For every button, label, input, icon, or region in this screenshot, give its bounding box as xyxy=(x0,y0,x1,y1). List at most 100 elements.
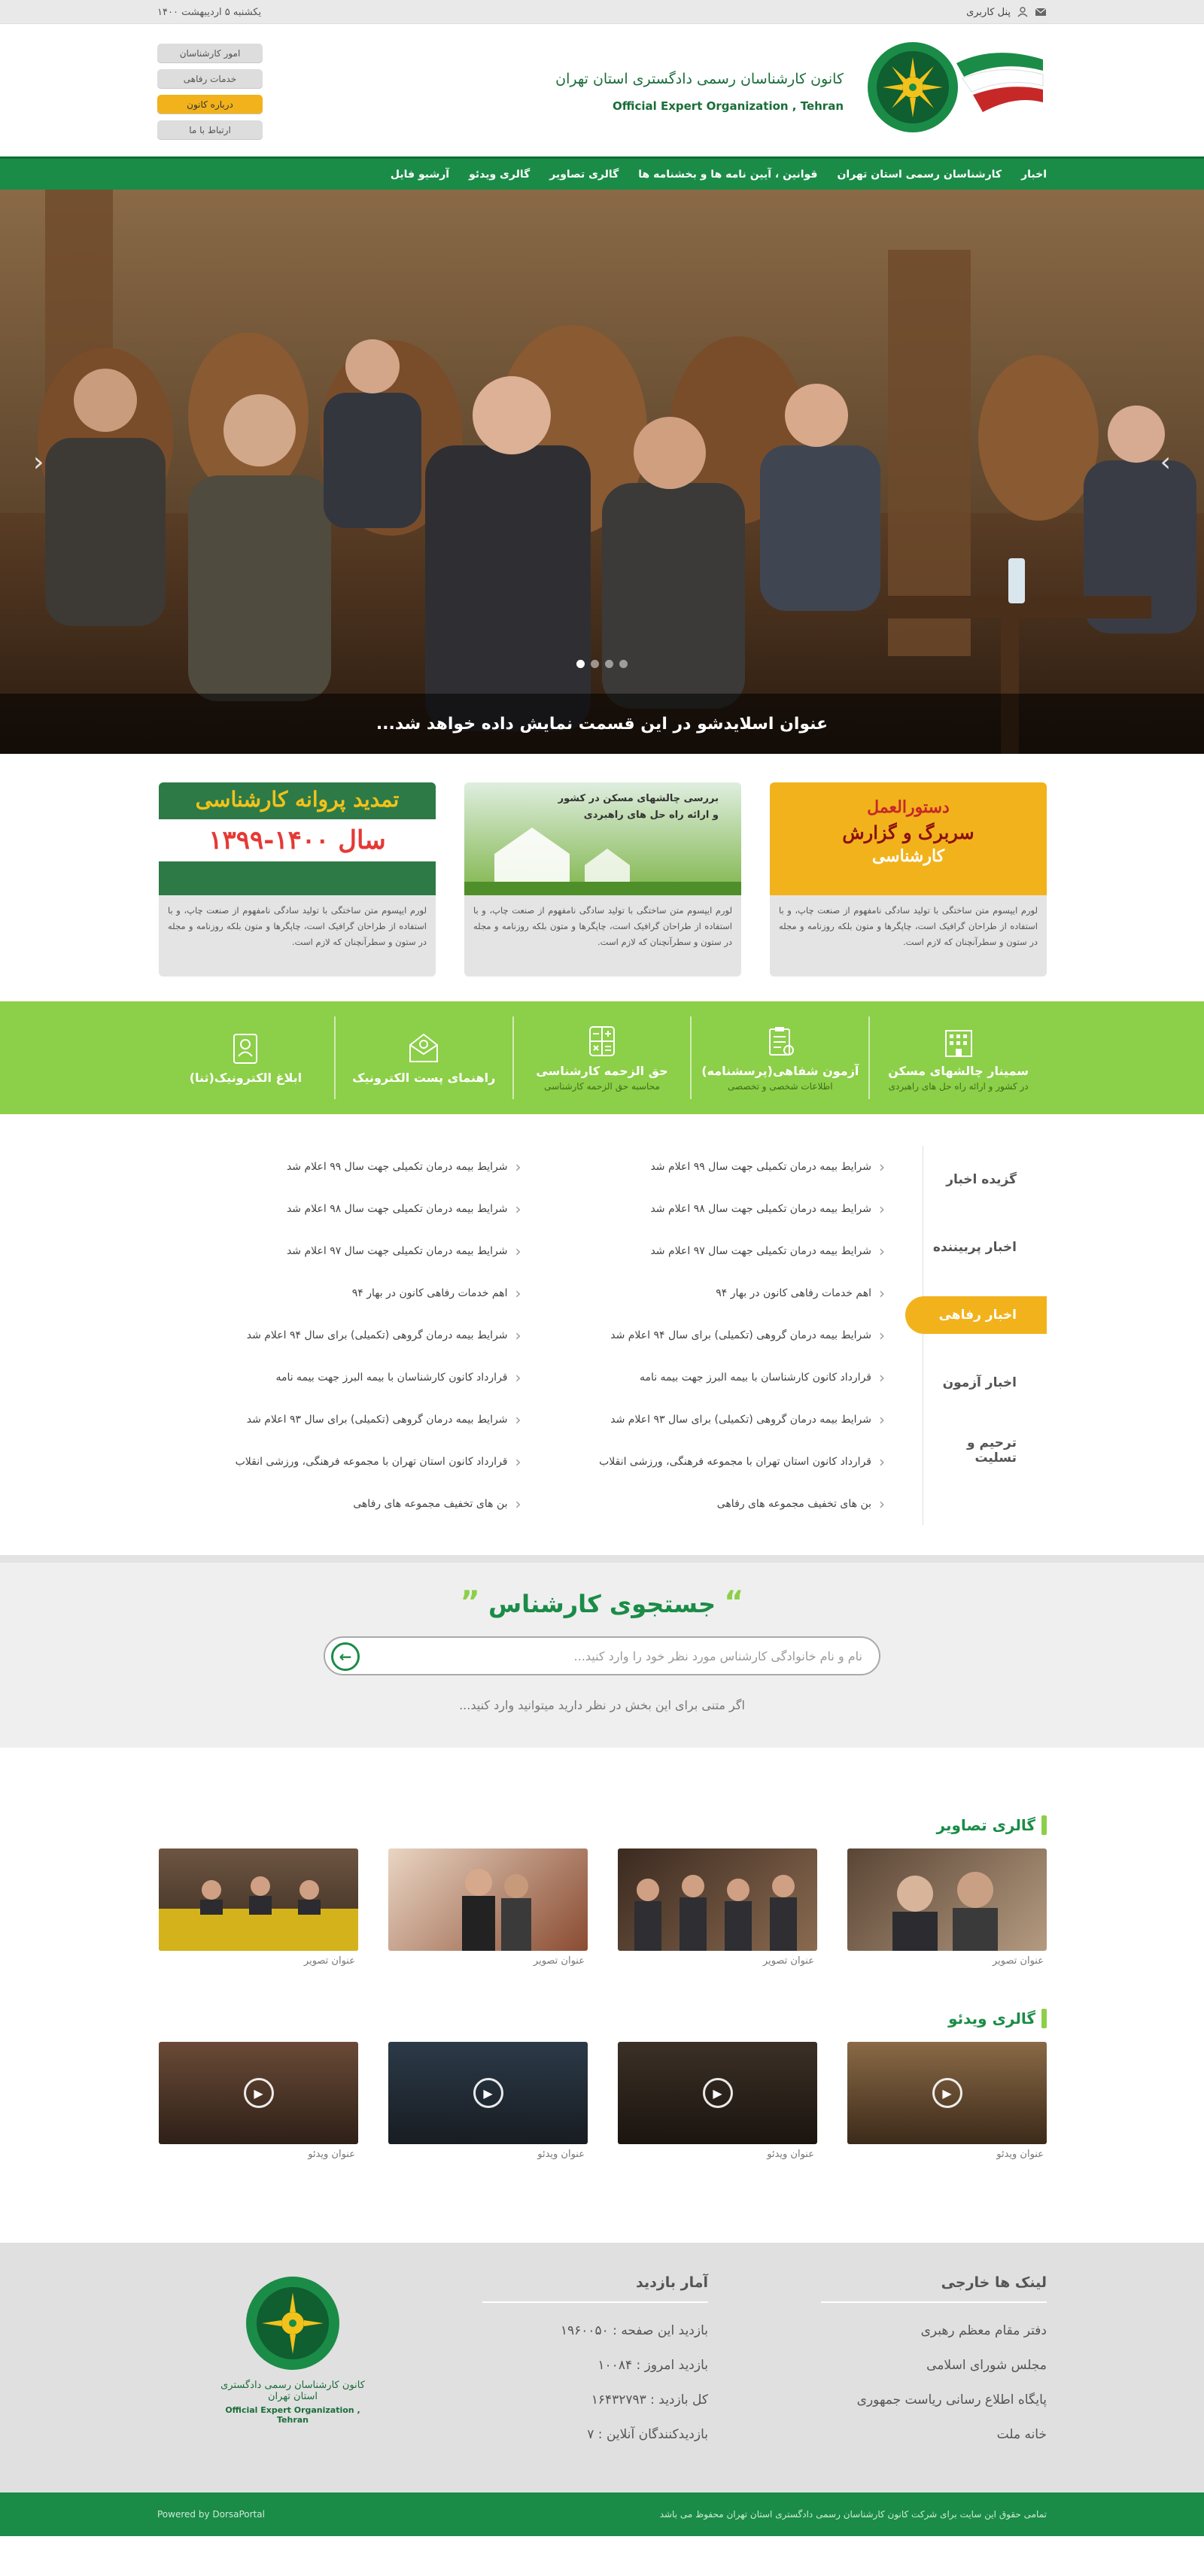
news-item[interactable]: شرایط بیمه درمان گروهی (تکمیلی) برای سال… xyxy=(157,1399,521,1441)
header: کانون کارشناسان رسمی دادگستری استان تهرا… xyxy=(0,24,1204,156)
nav-video-gallery[interactable]: گالری ویدئو xyxy=(469,169,530,181)
play-icon[interactable]: ▶ xyxy=(473,2078,503,2108)
quick-link-experts[interactable]: امور کارشناسان xyxy=(157,44,263,63)
gallery-video-item[interactable]: ▶ عنوان ویدئو xyxy=(388,2042,588,2160)
news-item[interactable]: قرارداد کانون استان تهران با مجموعه فرهن… xyxy=(521,1441,886,1483)
user-panel-label[interactable]: پنل کاربری xyxy=(966,7,1011,18)
card-text: لورم ایپسوم متن ساختگی با تولید سادگی نا… xyxy=(473,905,732,947)
powered-by[interactable]: Powered by DorsaPortal xyxy=(157,2509,265,2520)
card-text: لورم ایپسوم متن ساختگی با تولید سادگی نا… xyxy=(168,905,427,947)
news-item[interactable]: شرایط بیمه درمان تکمیلی جهت سال ۹۸ اعلام… xyxy=(157,1188,521,1230)
stat-line: کل بازدید : ۱۶۴۳۲۷۹۳ xyxy=(591,2392,708,2407)
external-links-title: لینک ها خارجی xyxy=(821,2274,1047,2303)
id-card-icon xyxy=(233,1033,258,1064)
quick-link-about[interactable]: درباره کانون xyxy=(157,95,263,114)
gallery-image-item[interactable]: عنوان تصویر xyxy=(847,1848,1047,1967)
news-item[interactable]: اهم خدمات رفاهی کانون در بهار ۹۴ xyxy=(521,1272,886,1314)
news-column-right: شرایط بیمه درمان تکمیلی جهت سال ۹۹ اعلام… xyxy=(521,1146,886,1525)
external-link[interactable]: دفتر مقام معظم رهبری xyxy=(821,2313,1047,2348)
card-housing-seminar[interactable]: بررسی چالشهای مسکن در کشور و ارائه راه ح… xyxy=(464,782,741,977)
card-license-renewal[interactable]: تمدید پروانه کارشناسی سال ۱۴۰۰-۱۳۹۹ لورم… xyxy=(159,782,436,977)
quote-icon: ” xyxy=(460,1585,480,1620)
news-item[interactable]: شرایط بیمه درمان تکمیلی جهت سال ۹۹ اعلام… xyxy=(521,1146,886,1188)
service-housing-seminar[interactable]: سمینار چالشهای مسکن در کشور و ارائه راه … xyxy=(868,1016,1047,1099)
slider-photo xyxy=(0,190,1204,754)
quick-link-welfare[interactable]: خدمات رفاهی xyxy=(157,69,263,89)
news-item[interactable]: شرایط بیمه درمان تکمیلی جهت سال ۹۷ اعلام… xyxy=(157,1230,521,1272)
quick-link-contact[interactable]: ارتباط با ما xyxy=(157,120,263,140)
play-icon[interactable]: ▶ xyxy=(702,2078,733,2108)
slider-dot[interactable] xyxy=(605,660,613,668)
gallery-video-item[interactable]: ▶ عنوان ویدئو xyxy=(159,2042,358,2160)
news-item[interactable]: قرارداد کانون کارشناسان با بیمه البرز جه… xyxy=(521,1356,886,1399)
footer: لینک ها خارجی دفتر مقام معظم رهبری مجلس … xyxy=(0,2243,1204,2492)
nav-file-archive[interactable]: آرشیو فایل xyxy=(391,169,449,181)
news-item[interactable]: شرایط بیمه درمان تکمیلی جهت سال ۹۸ اعلام… xyxy=(521,1188,886,1230)
nav-laws[interactable]: قوانین ، آیین نامه ها و بخشنامه ها xyxy=(638,169,817,181)
slider-dot-active[interactable] xyxy=(576,660,585,668)
service-email-guide[interactable]: راهنمای پست الکترونیک xyxy=(333,1016,512,1099)
gallery-thumb xyxy=(618,1848,817,1951)
service-oral-exam[interactable]: آزمون شفاهی(پرسشنامه) اطلاعات شخصی و تخص… xyxy=(690,1016,868,1099)
play-icon[interactable]: ▶ xyxy=(932,2078,962,2108)
nav-experts[interactable]: کارشناسان رسمی استان تهران xyxy=(837,169,1002,181)
search-input[interactable]: نام و نام خانوادگی کارشناس مورد نظر خود … xyxy=(324,1636,880,1675)
news-item[interactable]: شرایط بیمه درمان تکمیلی جهت سال ۹۹ اعلام… xyxy=(157,1146,521,1188)
external-link[interactable]: پایگاه اطلاع رسانی ریاست جمهوری xyxy=(821,2383,1047,2417)
news-item[interactable]: شرایط بیمه درمان گروهی (تکمیلی) برای سال… xyxy=(521,1314,886,1356)
external-link[interactable]: مجلس شورای اسلامی xyxy=(821,2348,1047,2383)
news-item[interactable]: شرایط بیمه درمان گروهی (تکمیلی) برای سال… xyxy=(157,1314,521,1356)
slider-dot[interactable] xyxy=(591,660,599,668)
current-date: یکشنبه ۵ اردیبهشت ۱۴۰۰ xyxy=(157,6,262,18)
logo-title-fa: کانون کارشناسان رسمی دادگستری استان تهرا… xyxy=(555,71,844,87)
news-item[interactable]: اهم خدمات رفاهی کانون در بهار ۹۴ xyxy=(157,1272,521,1314)
news-item[interactable]: قرارداد کانون کارشناسان با بیمه البرز جه… xyxy=(157,1356,521,1399)
tab-condolences[interactable]: ترحیم و تسلیت xyxy=(923,1417,1047,1484)
video-thumb: ▶ xyxy=(159,2042,358,2144)
user-panel-link[interactable]: پنل کاربری xyxy=(966,7,1047,18)
slider-dot[interactable] xyxy=(619,660,628,668)
play-icon[interactable]: ▶ xyxy=(243,2078,274,2108)
service-fee-calculator[interactable]: حق الزحمه کارشناسی محاسبه حق الزحمه کارش… xyxy=(512,1016,691,1099)
video-thumb: ▶ xyxy=(388,2042,588,2144)
slider-next-arrow[interactable]: › xyxy=(1160,447,1171,478)
gallery-video-item[interactable]: ▶ عنوان ویدئو xyxy=(847,2042,1047,2160)
slider-prev-arrow[interactable]: ‹ xyxy=(33,447,44,478)
gallery-image-item[interactable]: عنوان تصویر xyxy=(159,1848,358,1967)
stat-line: بازدید امروز : ۱۰۰۸۴ xyxy=(597,2358,708,2373)
mail-icon xyxy=(409,1033,439,1062)
featured-cards: دستورالعمل سربرگ و گزارش کارشناسی لورم ا… xyxy=(0,754,1204,1001)
search-submit-arrow-icon[interactable]: ← xyxy=(331,1642,360,1671)
news-item[interactable]: شرایط بیمه درمان تکمیلی جهت سال ۹۷ اعلام… xyxy=(521,1230,886,1272)
nav-news[interactable]: اخبار xyxy=(1021,169,1047,181)
news-item[interactable]: قرارداد کانون استان تهران با مجموعه فرهن… xyxy=(157,1441,521,1483)
card-report-guideline[interactable]: دستورالعمل سربرگ و گزارش کارشناسی لورم ا… xyxy=(770,782,1047,977)
news-tabs: گزیده اخبار اخبار پربیننده اخبار رفاهی ا… xyxy=(905,1146,1047,1525)
copyright-bar: تمامی حقوق این سایت برای شرکت کانون کارش… xyxy=(0,2492,1204,2536)
services-strip: سمینار چالشهای مسکن در کشور و ارائه راه … xyxy=(0,1001,1204,1114)
gallery-video-item[interactable]: ▶ عنوان ویدئو xyxy=(618,2042,817,2160)
video-gallery-title: گالری ویدئو xyxy=(157,2009,1047,2028)
tab-exam-news[interactable]: اخبار آزمون xyxy=(923,1349,1047,1417)
envelope-icon[interactable] xyxy=(1035,7,1047,17)
gallery-thumb xyxy=(847,1848,1047,1951)
news-item[interactable]: شرایط بیمه درمان گروهی (تکمیلی) برای سال… xyxy=(521,1399,886,1441)
tab-most-viewed[interactable]: اخبار پربیننده xyxy=(923,1214,1047,1281)
gallery-thumb xyxy=(388,1848,588,1951)
news-item[interactable]: بن های تخفیف مجموعه های رفاهی xyxy=(157,1483,521,1525)
service-sana[interactable]: ابلاغ الکترونیک(ثنا) xyxy=(157,1016,334,1099)
gallery-image-item[interactable]: عنوان تصویر xyxy=(388,1848,588,1967)
site-logo[interactable]: کانون کارشناسان رسمی دادگستری استان تهرا… xyxy=(555,41,1047,146)
visit-stats: آمار بازدید بازدید این صفحه : ۱۹۶۰۰۵۰ با… xyxy=(482,2274,708,2492)
news-item[interactable]: بن های تخفیف مجموعه های رفاهی xyxy=(521,1483,886,1525)
user-icon xyxy=(1017,7,1029,17)
footer-logo[interactable]: کانون کارشناسان رسمی دادگستری استان تهرا… xyxy=(157,2274,482,2492)
hero-slider[interactable]: ‹ › عنوان اسلایدشو در این قسمت نمایش داد… xyxy=(0,190,1204,754)
tab-selected-news[interactable]: گزیده اخبار xyxy=(923,1146,1047,1214)
nav-image-gallery[interactable]: گالری تصاویر xyxy=(549,169,619,181)
stat-line: بازدید این صفحه : ۱۹۶۰۰۵۰ xyxy=(560,2323,708,2338)
tab-welfare-news[interactable]: اخبار رفاهی xyxy=(905,1296,1047,1334)
search-hint: اگر متنی برای این بخش در نظر دارید میتوا… xyxy=(459,1698,745,1712)
gallery-image-item[interactable]: عنوان تصویر xyxy=(618,1848,817,1967)
external-link[interactable]: خانه ملت xyxy=(821,2417,1047,2452)
